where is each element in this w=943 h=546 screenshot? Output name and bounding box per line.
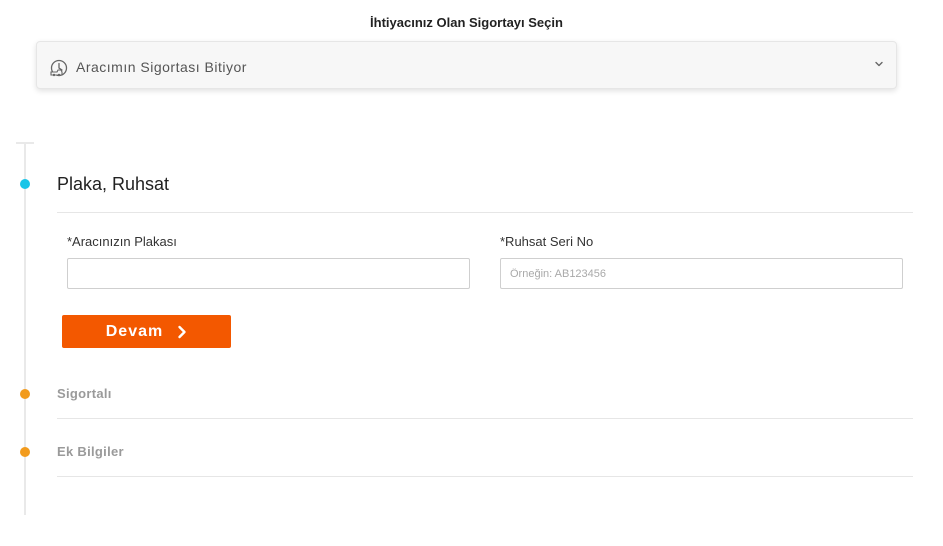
step-title-plaka-ruhsat: Plaka, Ruhsat (57, 174, 170, 194)
divider (57, 418, 913, 419)
step-title-ek-bilgiler[interactable]: Ek Bilgiler (57, 444, 124, 459)
plate-input[interactable] (67, 258, 470, 289)
step-title-sigortali[interactable]: Sigortalı (57, 386, 112, 401)
step-dot-pending (20, 389, 30, 399)
page: İhtiyacınız Olan Sigortayı Seçin Aracımı… (0, 0, 943, 546)
insurance-type-selected-value: Aracımın Sigortası Bitiyor (76, 59, 247, 75)
chevron-down-icon (875, 61, 883, 67)
plate-label: *Aracınızın Plakası (67, 234, 177, 249)
license-serial-label: *Ruhsat Seri No (500, 234, 594, 249)
insurance-type-select[interactable]: Aracımın Sigortası Bitiyor (36, 41, 897, 89)
step-dot-active (20, 179, 30, 189)
continue-button[interactable]: Devam (62, 315, 231, 348)
timeline-line (24, 143, 26, 515)
page-heading: İhtiyacınız Olan Sigortayı Seçin (370, 15, 563, 30)
continue-button-label: Devam (105, 322, 164, 340)
license-serial-input[interactable] (500, 258, 903, 289)
car-clock-icon (50, 59, 68, 77)
divider (57, 476, 913, 477)
step-dot-pending (20, 447, 30, 457)
divider (57, 212, 913, 213)
chevron-right-icon (178, 325, 186, 338)
